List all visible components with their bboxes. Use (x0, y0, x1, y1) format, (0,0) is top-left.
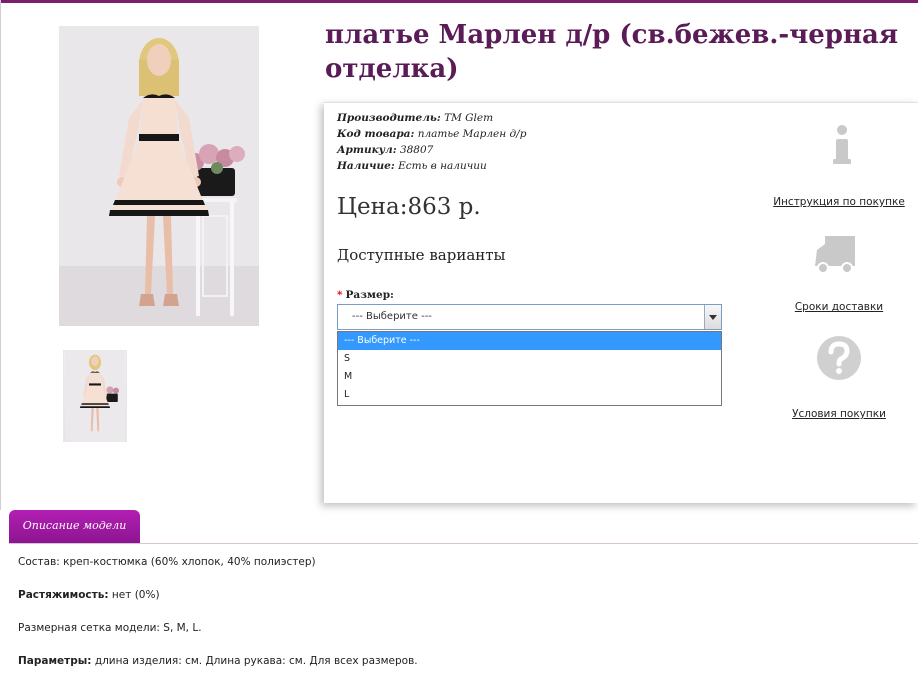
meta-manufacturer: Производитель: TM Glem (337, 112, 494, 124)
product-meta: Производитель: TM Glem Код товара: плать… (337, 110, 526, 174)
tab-divider (9, 543, 918, 544)
question-icon (809, 332, 869, 392)
truck-icon (809, 226, 869, 286)
description-content: Состав: креп-костюмка (60% хлопок, 40% п… (18, 555, 908, 687)
top-accent-bar (0, 0, 918, 3)
size-option[interactable]: M (338, 368, 721, 386)
size-option[interactable]: S (338, 350, 721, 368)
size-select[interactable]: --- Выберите --- (337, 304, 722, 330)
size-label: * Размер: (337, 289, 394, 301)
info-icon (809, 119, 869, 179)
description-line: Размерная сетка модели: S, M, L. (18, 622, 202, 634)
instructions-link[interactable]: Инструкция по покупке (764, 196, 914, 208)
product-title: платье Марлен д/р (св.бежев.-черная отде… (325, 20, 899, 84)
required-mark: * (337, 289, 343, 301)
tab-model-description[interactable]: Описание модели (9, 510, 140, 543)
product-thumbnail[interactable] (63, 350, 127, 442)
side-item-terms: Условия покупки (764, 332, 914, 420)
left-border (0, 0, 1, 510)
product-price: Цена:863 р. (337, 194, 481, 220)
product-info-panel: Производитель: TM Glem Код товара: плать… (324, 102, 918, 503)
terms-link[interactable]: Условия покупки (764, 408, 914, 420)
size-dropdown-list[interactable]: --- Выберите --- S M L (337, 331, 722, 406)
meta-availability: Наличие: Есть в наличии (337, 160, 487, 172)
description-line: Состав: креп-костюмка (60% хлопок, 40% п… (18, 556, 316, 568)
meta-article: Артикул: 38807 (337, 144, 434, 156)
product-main-image[interactable] (59, 26, 259, 326)
variants-heading: Доступные варианты (337, 246, 506, 264)
description-line: Растяжимость: нет (0%) (18, 589, 160, 601)
delivery-link[interactable]: Сроки доставки (764, 301, 914, 313)
size-select-value: --- Выберите --- (352, 311, 432, 322)
side-item-delivery: Сроки доставки (764, 226, 914, 313)
side-item-instructions: Инструкция по покупке (764, 119, 914, 208)
size-option[interactable]: --- Выберите --- (338, 332, 721, 350)
size-option[interactable]: L (338, 386, 721, 404)
chevron-down-icon[interactable] (704, 305, 721, 329)
description-line: Параметры: длина изделия: см. Длина рука… (18, 655, 418, 667)
meta-product-code: Код товара: платье Марлен д/р (337, 128, 527, 140)
